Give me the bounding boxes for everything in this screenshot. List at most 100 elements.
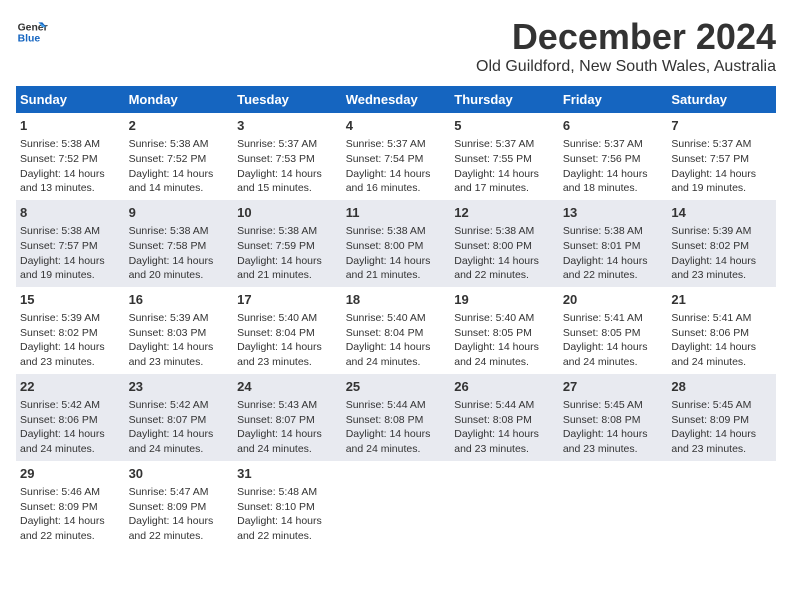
day-cell: 19Sunrise: 5:40 AMSunset: 8:05 PMDayligh…: [450, 287, 559, 374]
week-row-3: 15Sunrise: 5:39 AMSunset: 8:02 PMDayligh…: [16, 287, 776, 374]
daylight-text: Daylight: 14 hours and 24 minutes.: [237, 428, 322, 455]
day-cell: [450, 461, 559, 548]
sunrise-text: Sunrise: 5:44 AM: [346, 399, 426, 411]
daylight-text: Daylight: 14 hours and 21 minutes.: [346, 255, 431, 282]
daylight-text: Daylight: 14 hours and 20 minutes.: [129, 255, 214, 282]
day-cell: 23Sunrise: 5:42 AMSunset: 8:07 PMDayligh…: [125, 374, 234, 461]
header-cell-sunday: Sunday: [16, 86, 125, 113]
week-row-1: 1Sunrise: 5:38 AMSunset: 7:52 PMDaylight…: [16, 113, 776, 200]
day-cell: 14Sunrise: 5:39 AMSunset: 8:02 PMDayligh…: [667, 200, 776, 287]
day-cell: 8Sunrise: 5:38 AMSunset: 7:57 PMDaylight…: [16, 200, 125, 287]
sunset-text: Sunset: 7:52 PM: [129, 153, 207, 165]
sunrise-text: Sunrise: 5:38 AM: [20, 225, 100, 237]
daylight-text: Daylight: 14 hours and 23 minutes.: [563, 428, 648, 455]
day-cell: 18Sunrise: 5:40 AMSunset: 8:04 PMDayligh…: [342, 287, 451, 374]
day-number: 7: [671, 117, 772, 135]
day-cell: [667, 461, 776, 548]
day-number: 13: [563, 204, 664, 222]
sunset-text: Sunset: 8:03 PM: [129, 327, 207, 339]
logo: General Blue: [16, 16, 48, 48]
calendar-table: SundayMondayTuesdayWednesdayThursdayFrid…: [16, 86, 776, 548]
sunrise-text: Sunrise: 5:39 AM: [671, 225, 751, 237]
sunset-text: Sunset: 7:52 PM: [20, 153, 98, 165]
day-cell: 27Sunrise: 5:45 AMSunset: 8:08 PMDayligh…: [559, 374, 668, 461]
daylight-text: Daylight: 14 hours and 23 minutes.: [671, 255, 756, 282]
day-number: 27: [563, 378, 664, 396]
month-title: December 2024: [476, 16, 776, 58]
day-cell: 7Sunrise: 5:37 AMSunset: 7:57 PMDaylight…: [667, 113, 776, 200]
day-cell: 26Sunrise: 5:44 AMSunset: 8:08 PMDayligh…: [450, 374, 559, 461]
day-number: 26: [454, 378, 555, 396]
daylight-text: Daylight: 14 hours and 24 minutes.: [346, 428, 431, 455]
sunset-text: Sunset: 8:00 PM: [454, 240, 532, 252]
sunset-text: Sunset: 8:09 PM: [20, 501, 98, 513]
sunrise-text: Sunrise: 5:37 AM: [237, 138, 317, 150]
day-number: 8: [20, 204, 121, 222]
sunrise-text: Sunrise: 5:41 AM: [563, 312, 643, 324]
day-number: 23: [129, 378, 230, 396]
sunrise-text: Sunrise: 5:40 AM: [454, 312, 534, 324]
day-number: 17: [237, 291, 338, 309]
day-number: 10: [237, 204, 338, 222]
sunset-text: Sunset: 8:05 PM: [454, 327, 532, 339]
day-cell: 22Sunrise: 5:42 AMSunset: 8:06 PMDayligh…: [16, 374, 125, 461]
header-cell-friday: Friday: [559, 86, 668, 113]
week-row-4: 22Sunrise: 5:42 AMSunset: 8:06 PMDayligh…: [16, 374, 776, 461]
sunset-text: Sunset: 8:07 PM: [129, 414, 207, 426]
day-number: 31: [237, 465, 338, 483]
sunrise-text: Sunrise: 5:48 AM: [237, 486, 317, 498]
daylight-text: Daylight: 14 hours and 19 minutes.: [20, 255, 105, 282]
day-number: 9: [129, 204, 230, 222]
sunrise-text: Sunrise: 5:45 AM: [563, 399, 643, 411]
day-cell: 16Sunrise: 5:39 AMSunset: 8:03 PMDayligh…: [125, 287, 234, 374]
day-number: 22: [20, 378, 121, 396]
daylight-text: Daylight: 14 hours and 22 minutes.: [237, 515, 322, 542]
day-cell: 28Sunrise: 5:45 AMSunset: 8:09 PMDayligh…: [667, 374, 776, 461]
day-cell: 2Sunrise: 5:38 AMSunset: 7:52 PMDaylight…: [125, 113, 234, 200]
header-row: SundayMondayTuesdayWednesdayThursdayFrid…: [16, 86, 776, 113]
sunset-text: Sunset: 8:08 PM: [454, 414, 532, 426]
sunrise-text: Sunrise: 5:38 AM: [563, 225, 643, 237]
daylight-text: Daylight: 14 hours and 23 minutes.: [454, 428, 539, 455]
sunset-text: Sunset: 7:58 PM: [129, 240, 207, 252]
sunset-text: Sunset: 8:02 PM: [671, 240, 749, 252]
sunrise-text: Sunrise: 5:42 AM: [129, 399, 209, 411]
daylight-text: Daylight: 14 hours and 16 minutes.: [346, 168, 431, 195]
day-cell: 3Sunrise: 5:37 AMSunset: 7:53 PMDaylight…: [233, 113, 342, 200]
sunset-text: Sunset: 7:55 PM: [454, 153, 532, 165]
page-header: General Blue December 2024 Old Guildford…: [16, 16, 776, 76]
daylight-text: Daylight: 14 hours and 23 minutes.: [671, 428, 756, 455]
daylight-text: Daylight: 14 hours and 19 minutes.: [671, 168, 756, 195]
day-number: 16: [129, 291, 230, 309]
sunrise-text: Sunrise: 5:37 AM: [346, 138, 426, 150]
day-number: 5: [454, 117, 555, 135]
sunrise-text: Sunrise: 5:38 AM: [129, 138, 209, 150]
header-cell-tuesday: Tuesday: [233, 86, 342, 113]
day-number: 15: [20, 291, 121, 309]
daylight-text: Daylight: 14 hours and 24 minutes.: [20, 428, 105, 455]
day-number: 21: [671, 291, 772, 309]
day-number: 19: [454, 291, 555, 309]
sunrise-text: Sunrise: 5:46 AM: [20, 486, 100, 498]
day-cell: 10Sunrise: 5:38 AMSunset: 7:59 PMDayligh…: [233, 200, 342, 287]
day-number: 3: [237, 117, 338, 135]
sunset-text: Sunset: 8:05 PM: [563, 327, 641, 339]
title-section: December 2024 Old Guildford, New South W…: [476, 16, 776, 76]
day-number: 18: [346, 291, 447, 309]
sunset-text: Sunset: 7:56 PM: [563, 153, 641, 165]
daylight-text: Daylight: 14 hours and 15 minutes.: [237, 168, 322, 195]
location-title: Old Guildford, New South Wales, Australi…: [476, 58, 776, 76]
sunset-text: Sunset: 8:07 PM: [237, 414, 315, 426]
sunset-text: Sunset: 8:04 PM: [346, 327, 424, 339]
sunrise-text: Sunrise: 5:45 AM: [671, 399, 751, 411]
day-cell: 13Sunrise: 5:38 AMSunset: 8:01 PMDayligh…: [559, 200, 668, 287]
day-cell: 17Sunrise: 5:40 AMSunset: 8:04 PMDayligh…: [233, 287, 342, 374]
day-cell: 20Sunrise: 5:41 AMSunset: 8:05 PMDayligh…: [559, 287, 668, 374]
daylight-text: Daylight: 14 hours and 13 minutes.: [20, 168, 105, 195]
daylight-text: Daylight: 14 hours and 24 minutes.: [346, 341, 431, 368]
sunset-text: Sunset: 8:09 PM: [671, 414, 749, 426]
sunrise-text: Sunrise: 5:37 AM: [671, 138, 751, 150]
day-cell: 12Sunrise: 5:38 AMSunset: 8:00 PMDayligh…: [450, 200, 559, 287]
day-number: 25: [346, 378, 447, 396]
day-number: 29: [20, 465, 121, 483]
